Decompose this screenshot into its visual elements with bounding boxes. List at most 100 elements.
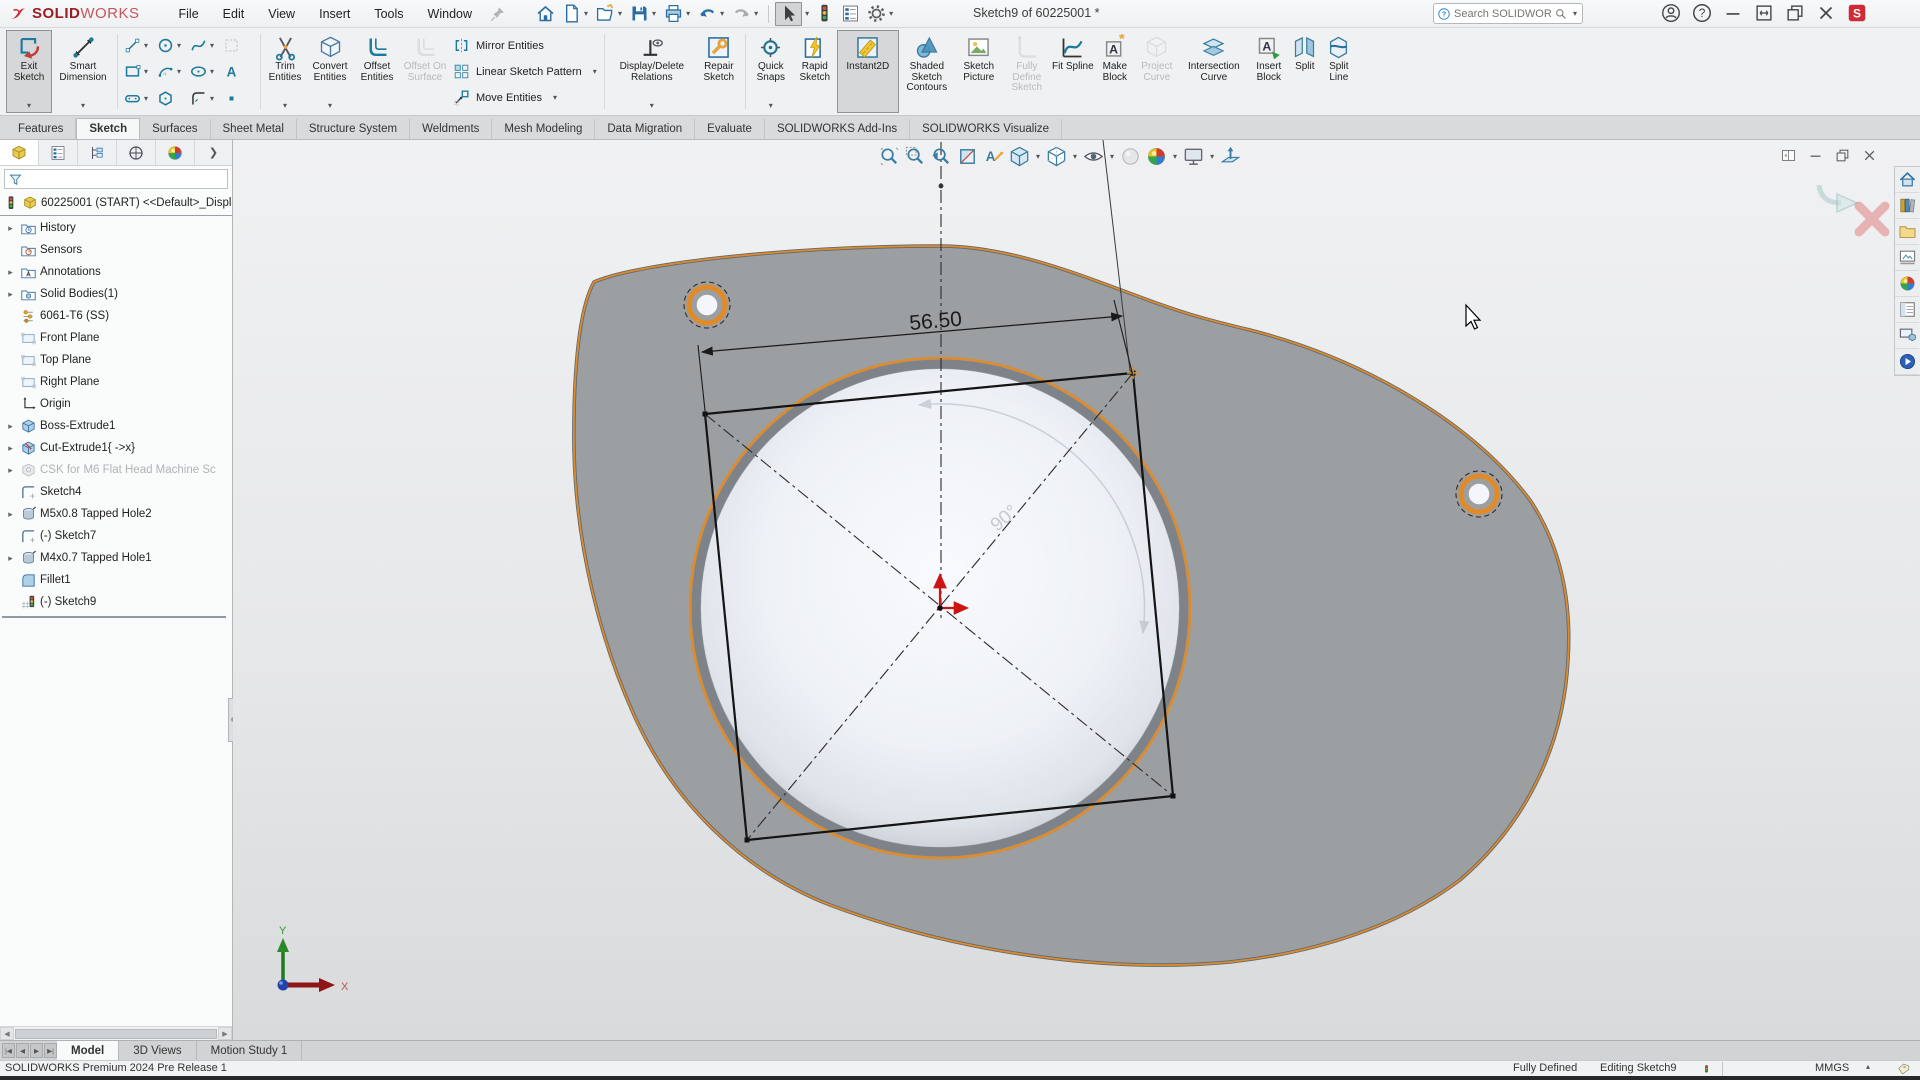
dropdown-caret[interactable]: ▾ [551,93,559,102]
dropdown-caret[interactable]: ▾ [1571,9,1579,18]
dimension-value[interactable]: 56.50 [908,307,962,334]
view-palette-tab[interactable] [1895,245,1919,271]
scrollbar-thumb[interactable] [15,1029,217,1039]
linear-sketch-pattern-button[interactable]: Linear Sketch Pattern▾ [452,60,599,83]
instant2d-button[interactable]: Instant2D [837,30,899,113]
prev-tab-button[interactable]: ◀ [16,1043,29,1058]
tab-sketch[interactable]: Sketch [76,118,140,139]
tree-item-m4-tapped-hole1[interactable]: ▸M4x0.7 Tapped Hole1 [0,547,232,569]
cascade-windows-icon[interactable] [1784,2,1806,24]
login-person-icon[interactable] [1660,2,1682,24]
tree-item-material[interactable]: ▸6061-T6 (SS) [0,305,232,327]
tab-solidworks-visualize[interactable]: SOLIDWORKS Visualize [910,119,1062,139]
tree-item-annotations[interactable]: ▸Annotations [0,261,232,283]
apply-scene-icon[interactable] [1145,145,1168,168]
zoom-to-area-icon[interactable] [904,145,927,168]
document-restore-icon[interactable] [1834,147,1851,164]
tree-item-sketch4[interactable]: ▸Sketch4 [0,481,232,503]
solidworks-resources-tab[interactable] [1895,167,1919,193]
undo-button[interactable]: ▾ [695,2,728,26]
rebuild-button[interactable] [812,2,837,26]
configurationmanager-tab[interactable] [78,140,117,165]
tree-item-solid-bodies[interactable]: ▸Solid Bodies(1) [0,283,232,305]
panel-tabs-overflow[interactable]: ❯ [195,140,232,165]
tree-item-history[interactable]: ▸History [0,217,232,239]
3d-views-tab[interactable]: 3D Views [119,1041,196,1060]
custom-properties-tab[interactable] [1895,297,1919,323]
tab-solidworks-add-ins[interactable]: SOLIDWORKS Add-Ins [765,119,910,139]
dropdown-caret[interactable]: ▾ [648,101,656,113]
circle-tool-button[interactable]: ▾ [156,36,189,55]
scroll-right-arrow[interactable]: ▶ [218,1027,232,1040]
dropdown-caret[interactable]: ▾ [175,41,183,50]
rectangle-tool-button[interactable]: ▾ [123,62,156,81]
units-caret[interactable]: ▴ [1866,1062,1870,1071]
tree-item-front-plane[interactable]: ▸Front Plane [0,327,232,349]
tab-weldments[interactable]: Weldments [410,119,492,139]
line-tool-button[interactable]: ▾ [123,36,156,55]
minimize-icon[interactable] [1722,2,1744,24]
menu-tools[interactable]: Tools [363,3,414,25]
dropdown-caret[interactable]: ▾ [1071,152,1079,161]
close-icon[interactable] [1815,2,1837,24]
document-minimize-icon[interactable] [1807,147,1824,164]
new-document-button[interactable]: ▾ [559,2,592,26]
menu-insert[interactable]: Insert [308,3,361,25]
tab-data-migration[interactable]: Data Migration [595,119,695,139]
expand-arrow[interactable]: ▸ [4,465,17,476]
displaymanager-tab[interactable] [156,140,195,165]
display-style-icon[interactable] [1045,145,1068,168]
make-block-button[interactable]: A* Make Block [1095,30,1135,113]
dropdown-caret[interactable]: ▾ [803,9,811,18]
section-view-icon[interactable] [956,145,979,168]
intersection-curve-button[interactable]: Intersection Curve [1179,30,1249,113]
split-button[interactable]: Split [1289,30,1321,113]
help-icon[interactable]: ? [1691,2,1713,24]
dropdown-caret[interactable]: ▾ [684,9,692,18]
dropdown-caret[interactable]: ▾ [887,9,895,18]
tree-item-csk-hole[interactable]: ▸CSK for M6 Flat Head Machine Sc [0,459,232,481]
move-entities-button[interactable]: Move Entities▾ [452,86,599,109]
solidworks-forum-tab[interactable] [1895,349,1919,375]
print-button[interactable]: ▾ [661,2,694,26]
dropdown-caret[interactable]: ▾ [1034,152,1042,161]
view-orientation-icon[interactable] [1008,145,1031,168]
featuremanager-tab[interactable] [0,140,39,165]
insert-block-button[interactable]: A Insert Block [1249,30,1289,113]
sketch-fillet-button[interactable]: ▾ [189,89,222,108]
rollback-bar[interactable] [2,616,226,618]
options-button[interactable]: ▾ [864,2,897,26]
fit-spline-button[interactable]: Fit Spline [1051,30,1095,113]
tree-filter-box[interactable] [4,169,228,189]
menu-window[interactable]: Window [417,3,483,25]
select-tool-button[interactable] [775,2,802,26]
tree-item-origin[interactable]: ▸Origin [0,393,232,415]
hide-show-items-icon[interactable] [1082,145,1105,168]
dropdown-caret[interactable]: ▾ [650,9,658,18]
restore-icon[interactable] [1753,2,1775,24]
dropdown-caret[interactable]: ▾ [718,9,726,18]
rapid-sketch-button[interactable]: Rapid Sketch [793,30,837,113]
open-button[interactable]: ▾ [593,2,626,26]
centerline-endpoint[interactable] [939,184,944,189]
quick-snaps-button[interactable]: Quick Snaps ▾ [749,30,793,113]
menu-view[interactable]: View [257,3,306,25]
slot-tool-button[interactable]: ▾ [123,89,156,108]
shaded-sketch-contours-button[interactable]: Shaded Sketch Contours [899,30,955,113]
solidworks-add-ins-tab[interactable] [1895,323,1919,349]
dropdown-caret[interactable]: ▾ [1108,152,1116,161]
dropdown-caret[interactable]: ▾ [79,101,87,113]
dropdown-caret[interactable]: ▾ [616,9,624,18]
search-icon[interactable] [1554,7,1568,21]
tree-item-sketch7[interactable]: ▸(-) Sketch7 [0,525,232,547]
polygon-tool-button[interactable] [156,89,189,108]
expand-arrow[interactable]: ▸ [4,443,17,454]
motion-study-tab[interactable]: Motion Study 1 [197,1041,303,1060]
units-selector[interactable]: MMGS [1815,1062,1849,1074]
tree-horizontal-scrollbar[interactable]: ◀ ▶ [0,1026,232,1040]
smart-dimension-button[interactable]: Smart Dimension ▾ [52,30,114,113]
dropdown-caret[interactable]: ▾ [208,67,216,76]
ellipse-tool-button[interactable]: ▾ [189,62,222,81]
tree-root-item[interactable]: 60225001 (START) <<Default>_Display [0,192,232,214]
annotation-views-icon[interactable]: A [982,145,1005,168]
